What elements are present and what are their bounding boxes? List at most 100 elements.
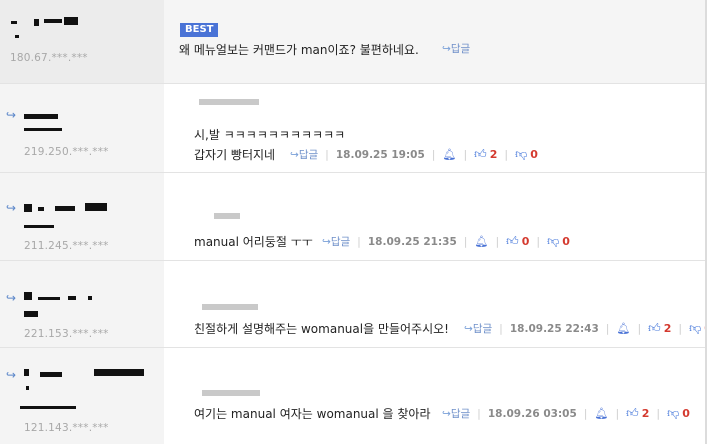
bell-icon[interactable]: 🔔︎ bbox=[474, 235, 488, 248]
comment-date: 18.09.25 19:05 bbox=[335, 148, 425, 161]
downvote-button[interactable]: 👎︎0 bbox=[515, 147, 538, 162]
comment-author-panel: 180.67.***.*** bbox=[0, 0, 164, 83]
redacted-nickname bbox=[15, 35, 19, 38]
blurred-image bbox=[199, 99, 259, 105]
ip-address: 219.250.***.*** bbox=[24, 146, 109, 158]
downvote-count: 0 bbox=[562, 235, 570, 248]
ip-address: 121.143.***.*** bbox=[24, 422, 109, 434]
comment-text: 왜 메뉴얼보는 커맨드가 man이죠? 불편하네요. bbox=[179, 43, 419, 57]
divider: | bbox=[477, 407, 481, 420]
comment-text: 친절하게 설명해주는 womanual을 만들어주시오! bbox=[194, 322, 449, 336]
ip-address: 221.153.***.*** bbox=[24, 328, 109, 340]
comment-body: 여기는 manual 여자는 womanual 을 찾아라 ↪답글 | 18.0… bbox=[164, 348, 707, 444]
reply-link[interactable]: ↪답글 bbox=[290, 147, 318, 162]
redacted-nickname bbox=[44, 19, 62, 23]
redacted-nickname bbox=[24, 128, 62, 131]
bell-icon[interactable]: 🔔︎ bbox=[442, 148, 456, 161]
reply-arrow-icon: ↪ bbox=[290, 149, 299, 161]
comment-author-panel: ↪ 221.153.***.*** bbox=[0, 261, 164, 347]
reply-arrow-icon: ↪ bbox=[6, 368, 17, 382]
reply-link[interactable]: ↪답글 bbox=[322, 234, 350, 249]
reply-arrow-icon: ↪ bbox=[442, 408, 451, 420]
comment-date: 18.09.25 21:35 bbox=[367, 235, 457, 248]
thumbs-down-icon: 👎︎ bbox=[667, 406, 680, 420]
comment-date: 18.09.25 22:43 bbox=[509, 322, 599, 335]
redacted-nickname bbox=[85, 203, 107, 211]
upvote-button[interactable]: 👍︎ 2 bbox=[626, 406, 649, 421]
ip-address: 180.67.***.*** bbox=[10, 52, 88, 64]
thumbs-up-icon: 👍︎ bbox=[648, 321, 661, 335]
comment-author-panel: ↪ 219.250.***.*** bbox=[0, 84, 164, 172]
divider: | bbox=[499, 322, 503, 335]
reply-link[interactable]: ↪답글 bbox=[464, 321, 492, 336]
comment-row: ↪ 221.153.***.*** 친절하게 설명해주는 womanual을 만… bbox=[0, 261, 707, 347]
comment-body: 시,발 ㅋㅋㅋㅋㅋㅋㅋㅋㅋㅋㅋ 갑자기 빵터지네 ↪답글 | 18.09.25 … bbox=[164, 84, 707, 172]
comment-author-panel: ↪ 211.245.***.*** bbox=[0, 173, 164, 260]
upvote-button[interactable]: 👍︎ 2 bbox=[648, 321, 671, 336]
divider: | bbox=[678, 322, 683, 335]
divider: | bbox=[357, 235, 361, 248]
comment-text: 여기는 manual 여자는 womanual 을 찾아라 bbox=[194, 407, 431, 421]
upvote-button[interactable]: 👍︎ 2 bbox=[474, 147, 497, 162]
comment-meta: ↪답글 bbox=[442, 41, 470, 56]
comment-meta: ↪답글 | 18.09.25 22:43 | 🔔︎ | 👍︎2 | 👎︎0 bbox=[464, 321, 707, 336]
redacted-nickname bbox=[38, 207, 44, 211]
upvote-count: 2 bbox=[489, 148, 498, 161]
thumbs-down-icon: 👎︎ bbox=[515, 147, 528, 161]
blurred-image bbox=[214, 213, 240, 219]
reply-arrow-icon: ↪ bbox=[6, 291, 17, 305]
redacted-nickname bbox=[20, 406, 76, 409]
downvote-count: 0 bbox=[530, 148, 538, 161]
upvote-button[interactable]: 👍︎ 0 bbox=[506, 234, 529, 249]
redacted-nickname bbox=[38, 297, 60, 300]
divider: | bbox=[583, 407, 588, 420]
redacted-nickname bbox=[64, 17, 78, 25]
divider: | bbox=[536, 235, 541, 248]
thumbs-down-icon: 👎︎ bbox=[547, 234, 560, 248]
comment-body: manual 어리둥절 ㅜㅜ ↪답글 | 18.09.25 21:35 | 🔔︎… bbox=[164, 173, 707, 260]
reply-link[interactable]: ↪답글 bbox=[442, 406, 470, 421]
redacted-nickname bbox=[34, 19, 39, 26]
reply-arrow-icon: ↪ bbox=[442, 43, 451, 55]
comment-row: ↪ 219.250.***.*** 시,발 ㅋㅋㅋㅋㅋㅋㅋㅋㅋㅋㅋ 갑자기 빵터… bbox=[0, 84, 707, 172]
comment-meta: ↪답글 | 18.09.25 21:35 | 🔔︎ | 👍︎ 0 | 👎︎ 0 bbox=[322, 234, 570, 249]
divider: | bbox=[495, 235, 500, 248]
blurred-image bbox=[202, 304, 258, 310]
divider: | bbox=[463, 148, 468, 161]
comment-text: 갑자기 빵터지네 bbox=[194, 148, 276, 162]
upvote-count: 2 bbox=[641, 407, 650, 420]
comment-row: ↪ 211.245.***.*** manual 어리둥절 ㅜㅜ ↪답글 | 1… bbox=[0, 173, 707, 260]
blurred-image bbox=[202, 390, 260, 396]
best-badge: BEST bbox=[180, 23, 219, 37]
thumbs-up-icon: 👍︎ bbox=[506, 234, 519, 248]
reply-link[interactable]: ↪답글 bbox=[442, 41, 470, 56]
comment-row-best: 180.67.***.*** BEST 왜 메뉴얼보는 커맨드가 man이죠? … bbox=[0, 0, 707, 83]
comment-meta: ↪답글 | 18.09.26 03:05 | 🔔︎ | 👍︎ 2 | 👎︎ 0 bbox=[442, 406, 690, 421]
redacted-nickname bbox=[26, 386, 29, 390]
redacted-nickname bbox=[24, 204, 32, 212]
redacted-nickname bbox=[24, 311, 38, 317]
comment-meta: ↪답글 | 18.09.25 19:05 | 🔔︎ | 👍︎ 2 | 👎︎ 0 bbox=[290, 147, 538, 162]
thumbs-down-icon: 👎︎ bbox=[689, 321, 702, 335]
divider: | bbox=[656, 407, 661, 420]
redacted-nickname bbox=[24, 292, 32, 300]
comment-text: manual 어리둥절 ㅜㅜ bbox=[194, 235, 313, 249]
thumbs-up-icon: 👍︎ bbox=[474, 147, 487, 161]
comment-author-panel: ↪ 121.143.***.*** bbox=[0, 348, 164, 444]
redacted-nickname bbox=[55, 206, 75, 211]
downvote-count: 0 bbox=[682, 407, 690, 420]
upvote-count: 0 bbox=[521, 235, 530, 248]
downvote-button[interactable]: 👎︎0 bbox=[667, 406, 690, 421]
divider: | bbox=[637, 322, 642, 335]
reply-arrow-icon: ↪ bbox=[6, 108, 17, 122]
divider: | bbox=[325, 148, 329, 161]
bell-icon[interactable]: 🔔︎ bbox=[616, 322, 630, 335]
redacted-nickname bbox=[94, 369, 144, 376]
bell-icon[interactable]: 🔔︎ bbox=[594, 407, 608, 420]
thumbs-up-icon: 👍︎ bbox=[626, 406, 639, 420]
downvote-button[interactable]: 👎︎0 bbox=[547, 234, 570, 249]
reply-arrow-icon: ↪ bbox=[464, 323, 473, 335]
ip-address: 211.245.***.*** bbox=[24, 240, 109, 252]
redacted-nickname bbox=[24, 114, 58, 119]
redacted-nickname bbox=[68, 296, 76, 300]
